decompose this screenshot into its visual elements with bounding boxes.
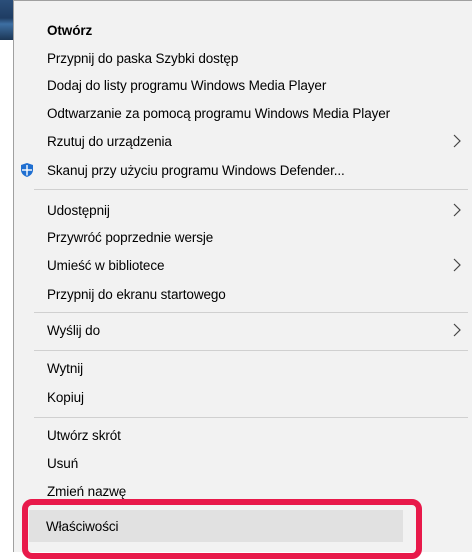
menu-item-label: Odtwarzanie za pomocą programu Windows M… — [47, 105, 391, 121]
highlight-annotation-box — [22, 499, 422, 559]
menu-item-label: Wyślij do — [47, 322, 100, 338]
menu-item-play-with-wmp[interactable]: Odtwarzanie za pomocą programu Windows M… — [14, 99, 472, 127]
menu-item-label: Otwórz — [47, 22, 93, 38]
menu-item-label: Przypnij do paska Szybki dostęp — [47, 50, 239, 66]
menu-item-cut[interactable]: Wytnij — [14, 354, 472, 382]
menu-separator — [34, 350, 468, 351]
desktop-file-thumbnail — [0, 0, 13, 40]
menu-item-copy[interactable]: Kopiuj — [14, 383, 472, 411]
chevron-right-icon — [453, 323, 461, 337]
menu-separator — [34, 312, 468, 313]
menu-item-label: Rzutuj do urządzenia — [47, 133, 172, 149]
menu-item-pin-quick-access[interactable]: Przypnij do paska Szybki dostęp — [14, 44, 472, 72]
menu-item-share[interactable]: Udostępnij — [14, 196, 472, 224]
menu-item-label: Usuń — [47, 455, 79, 471]
menu-item-label: Przypnij do ekranu startowego — [47, 286, 226, 302]
menu-item-delete[interactable]: Usuń — [14, 449, 472, 477]
menu-item-add-to-wmp-list[interactable]: Dodaj do listy programu Windows Media Pl… — [14, 71, 472, 99]
menu-item-label: Umieść w bibliotece — [47, 257, 165, 273]
menu-item-label: Utwórz skrót — [47, 427, 121, 443]
menu-item-label: Kopiuj — [47, 389, 84, 405]
menu-item-restore-previous[interactable]: Przywróć poprzednie wersje — [14, 223, 472, 251]
menu-separator — [34, 189, 468, 190]
desktop-background — [0, 0, 12, 552]
menu-separator — [34, 417, 468, 418]
menu-item-scan-defender[interactable]: Skanuj przy użyciu programu Windows Defe… — [14, 156, 472, 184]
menu-item-create-shortcut[interactable]: Utwórz skrót — [14, 421, 472, 449]
menu-item-open[interactable]: Otwórz — [14, 16, 472, 44]
menu-item-pin-start[interactable]: Przypnij do ekranu startowego — [14, 280, 472, 308]
menu-item-label: Przywróć poprzednie wersje — [47, 229, 214, 245]
menu-item-label: Skanuj przy użyciu programu Windows Defe… — [47, 162, 345, 178]
context-menu: Otwórz Przypnij do paska Szybki dostęp D… — [13, 0, 472, 552]
menu-item-label: Udostępnij — [47, 202, 110, 218]
chevron-right-icon — [453, 203, 461, 217]
menu-item-include-library[interactable]: Umieść w bibliotece — [14, 251, 472, 279]
menu-item-cast-to-device[interactable]: Rzutuj do urządzenia — [14, 127, 472, 155]
chevron-right-icon — [453, 134, 461, 148]
menu-item-label: Wytnij — [47, 360, 84, 376]
chevron-right-icon — [453, 258, 461, 272]
menu-item-send-to[interactable]: Wyślij do — [14, 316, 472, 344]
menu-item-label: Dodaj do listy programu Windows Media Pl… — [47, 77, 327, 93]
menu-item-label: Zmień nazwę — [47, 483, 127, 499]
windows-defender-shield-icon — [21, 163, 33, 177]
